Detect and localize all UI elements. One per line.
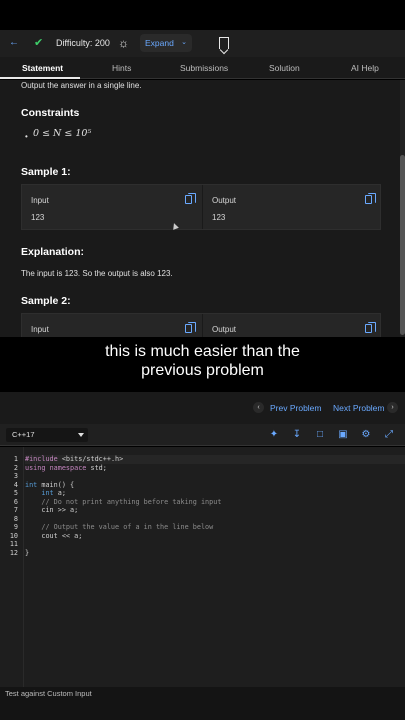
code-line: int a; [41, 489, 66, 497]
tab-statement[interactable]: Statement [22, 63, 63, 73]
copy-icon[interactable] [185, 193, 196, 204]
sample1-heading: Sample 1: [21, 166, 71, 178]
sample1-output-value: 123 [212, 213, 226, 222]
line-number: 8 [13, 514, 18, 523]
sample1-input-label: Input [31, 196, 49, 205]
line-number: 2 [13, 463, 18, 472]
difficulty-label: Difficulty: 200 [56, 38, 110, 48]
line-number: 6 [13, 497, 18, 506]
language-select[interactable]: C++17 [6, 428, 88, 442]
explanation-text: The input is 123. So the output is also … [21, 269, 173, 278]
code-line: using namespace std; [25, 463, 107, 472]
code-line: cin >> a; [25, 506, 79, 514]
tab-submissions[interactable]: Submissions [180, 63, 228, 73]
active-tab-indicator [0, 77, 80, 79]
problem-nav-bar: ‹ Prev Problem Next Problem › [0, 392, 405, 424]
line-number: 5 [13, 489, 18, 497]
code-line: int main() { [25, 480, 75, 489]
gear-icon[interactable]: ⚙ [360, 429, 372, 441]
expand-label: Expand [145, 38, 174, 48]
line-number-gutter: 1 2 3 4 5 6 7 8 9 10 11 12 [0, 447, 24, 687]
caption-line-2: previous problem [141, 362, 264, 379]
copy-icon[interactable] [185, 322, 196, 333]
statement-scrollbar[interactable] [400, 80, 405, 337]
line-number: 12 [9, 548, 18, 557]
line-number: 9 [13, 523, 18, 531]
statement-panel: Output the answer in a single line. Cons… [0, 80, 405, 337]
caption-line-1: this is much easier than the [105, 343, 300, 360]
chevron-down-icon [78, 433, 84, 437]
code-line: // Output the value of a in the line bel… [25, 523, 214, 531]
chevron-down-icon: ⌄ [181, 39, 187, 46]
sample1-box: Input 123 Output 123 [21, 184, 381, 230]
code-line: #include <bits/stdc++.h> [25, 455, 124, 463]
line-number: 10 [9, 531, 18, 540]
problem-tabs: Statement Hints Submissions Solution AI … [0, 57, 405, 79]
expand-button[interactable]: Expand ⌄ [140, 34, 192, 52]
chevron-right-icon[interactable]: › [387, 402, 398, 413]
next-problem-button[interactable]: Next Problem [333, 403, 385, 413]
line-number: 4 [13, 480, 18, 489]
top-black-bar [0, 0, 405, 30]
prev-problem-button[interactable]: Prev Problem [270, 403, 322, 413]
sample1-output-col: Output 123 [202, 185, 382, 229]
copy-icon[interactable] [365, 322, 376, 333]
chevron-left-icon[interactable]: ‹ [253, 402, 264, 413]
copy-icon[interactable] [365, 193, 376, 204]
constraint-text: 0 ≤ N ≤ 10⁵ [33, 128, 92, 139]
sample2-box: Input Output [21, 313, 381, 337]
output-format-text: Output the answer in a single line. [21, 81, 142, 90]
theme-sun-icon[interactable]: ☼ [118, 36, 132, 50]
custom-input-toggle[interactable]: Test against Custom Input [5, 689, 92, 698]
comment-icon[interactable]: □ [314, 429, 326, 441]
sample1-input-value: 123 [31, 213, 45, 222]
save-icon[interactable]: ▣ [337, 429, 349, 441]
tab-solution[interactable]: Solution [269, 63, 300, 73]
line-number: 7 [13, 506, 18, 514]
problem-toolbar: ← ✔ Difficulty: 200 ☼ Expand ⌄ [0, 30, 405, 57]
fullscreen-icon[interactable]: ⤢ [383, 429, 395, 441]
sample2-output-label: Output [212, 325, 237, 334]
line-number: 3 [13, 472, 18, 480]
sample1-output-label: Output [212, 196, 237, 205]
constraints-heading: Constraints [21, 107, 80, 119]
sample2-input-label: Input [31, 325, 49, 334]
editor-toolbar: C++17 ✦ ↧ □ ▣ ⚙ ⤢ [0, 424, 405, 446]
solved-check-icon: ✔ [34, 37, 44, 49]
constraint-bullet: • [25, 132, 28, 141]
line-number: 1 [13, 455, 18, 463]
custom-input-bar: Test against Custom Input [0, 687, 405, 720]
back-icon[interactable]: ← [8, 37, 20, 49]
scrollbar-thumb[interactable] [400, 155, 405, 335]
sample2-input-col: Input [22, 314, 202, 337]
sample2-heading: Sample 2: [21, 295, 71, 307]
code-line: cout << a; [25, 531, 83, 540]
download-icon[interactable]: ↧ [291, 429, 303, 441]
video-caption: this is much easier than the previous pr… [0, 342, 405, 380]
line-number: 11 [9, 540, 18, 548]
code-line: // Do not print anything before taking i… [25, 497, 222, 506]
sample2-output-col: Output [202, 314, 382, 337]
code-editor[interactable]: 1 2 3 4 5 6 7 8 9 10 11 12 #include <bit… [0, 447, 405, 687]
code-line: } [25, 548, 30, 557]
magic-wand-icon[interactable]: ✦ [268, 429, 280, 441]
language-value: C++17 [12, 430, 35, 439]
explanation-heading: Explanation: [21, 246, 85, 258]
tab-hints[interactable]: Hints [112, 63, 131, 73]
tab-ai-help[interactable]: AI Help [351, 63, 379, 73]
bookmark-icon[interactable] [219, 37, 229, 49]
